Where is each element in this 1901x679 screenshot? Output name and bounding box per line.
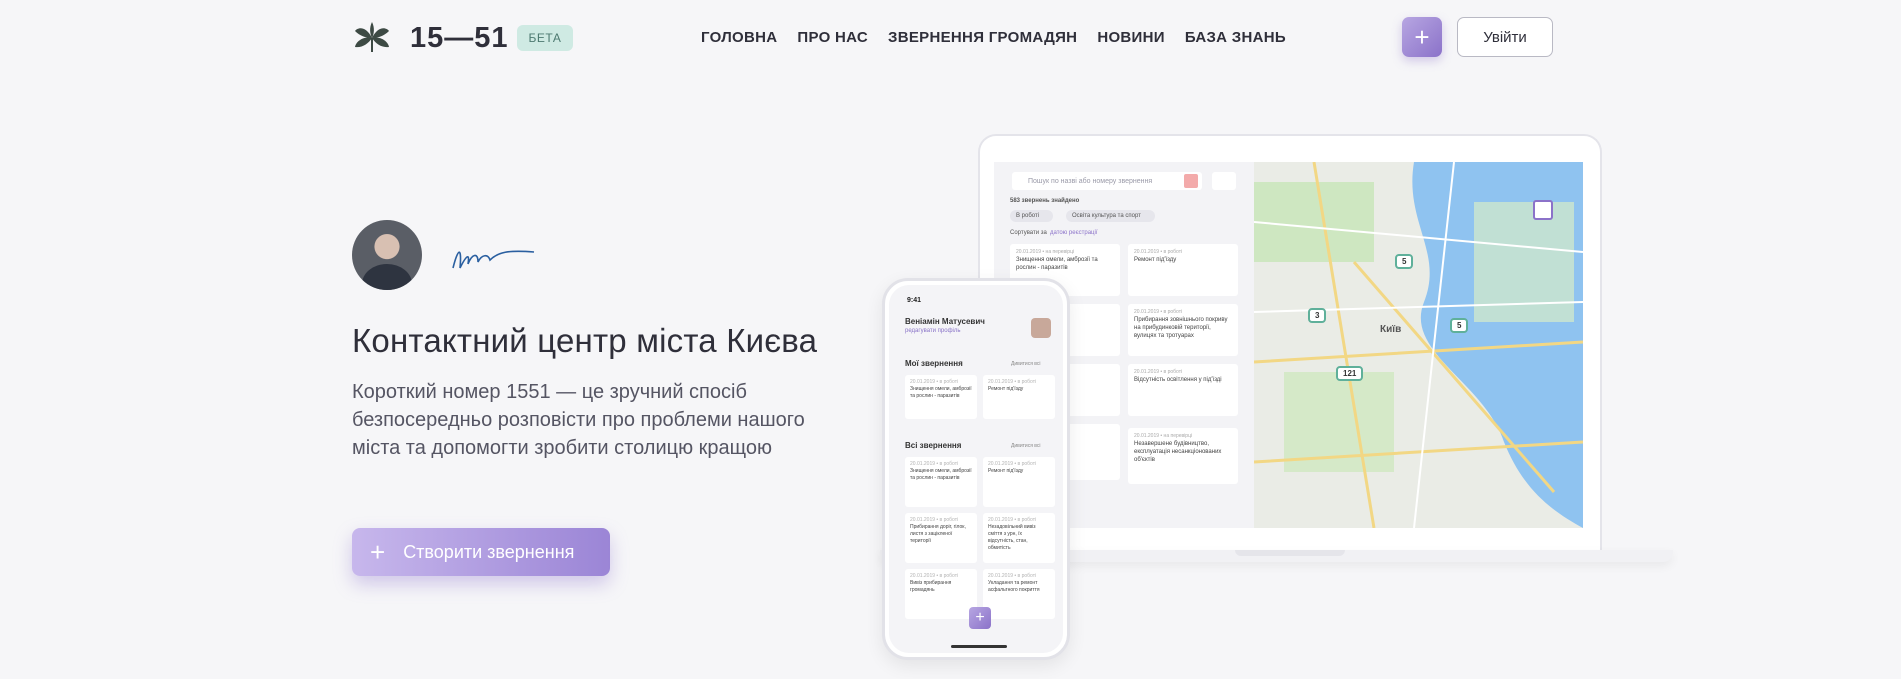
plus-icon: +	[1414, 21, 1430, 52]
logo[interactable]: 15—51 БЕТА	[352, 18, 574, 58]
card-meta: 20.01.2019 • в роботі	[1134, 369, 1183, 375]
laptop-filter-chip: Освіта культура та спорт	[1066, 210, 1155, 222]
laptop-card: 20.01.2019 • на перевірці Незавершене бу…	[1128, 428, 1238, 484]
card-text: Ремонт під'їзду	[988, 468, 1024, 474]
site-header: 15—51 БЕТА ГОЛОВНА ПРО НАС ЗВЕРНЕННЯ ГРО…	[0, 0, 1901, 80]
card-text: Відсутність освітлення у під'їзді	[1134, 377, 1222, 383]
phone-add-button: +	[969, 607, 991, 629]
map-marker: 3	[1308, 308, 1327, 323]
laptop-filter-chip: В роботі	[1010, 210, 1054, 222]
laptop-card: 20.01.2019 • в роботі Прибирання зовнішн…	[1128, 304, 1238, 356]
card-text: Ремонт під'їзду	[988, 386, 1024, 392]
nav-item-knowledge[interactable]: БАЗА ЗНАНЬ	[1185, 29, 1286, 46]
phone-all-appeals-title: Всі звернення	[905, 441, 962, 450]
laptop-search-input: Пошук по назві або номеру звернення	[1012, 172, 1202, 190]
phone-screen: 9:41 Веніамін Матусевич редагувати профі…	[889, 285, 1063, 653]
laptop-results-count: 583 звернень знайдено	[1010, 198, 1080, 204]
card-text: Знищення омели, амброзії та рослин - пар…	[910, 386, 972, 399]
laptop-sort-label: Сортувати за	[1010, 230, 1047, 236]
phone-card: 20.01.2019 • в роботі Ремонт під'їзду	[983, 457, 1055, 507]
card-text: Прибирання доріг, гілок, листя з зацікле…	[910, 524, 966, 544]
card-meta: 20.01.2019 • в роботі	[1134, 249, 1183, 255]
phone-avatar	[1031, 318, 1051, 338]
nav-item-home[interactable]: ГОЛОВНА	[701, 29, 777, 46]
card-meta: 20.01.2019 • в роботі	[910, 573, 959, 579]
plus-icon: +	[370, 536, 386, 567]
laptop-search-button	[1184, 174, 1198, 188]
map-marker: 5	[1450, 318, 1469, 333]
add-appeal-button[interactable]: +	[1402, 17, 1442, 57]
laptop-notch	[1235, 550, 1345, 556]
phone-my-appeals-title: Мої звернення	[905, 359, 963, 368]
card-text: Знищення омели, амброзії та рослин - пар…	[910, 468, 972, 481]
login-button[interactable]: Увійти	[1457, 17, 1553, 57]
card-text: Знищення омели, амброзії та рослин - пар…	[1016, 257, 1098, 271]
create-appeal-button[interactable]: + Створити звернення	[352, 528, 610, 576]
map-city-label: Київ	[1380, 324, 1402, 335]
card-text: Незавершене будівництво, експлуатація не…	[1134, 441, 1222, 463]
avatar	[352, 220, 422, 290]
create-appeal-label: Створити звернення	[403, 541, 575, 562]
card-meta: 20.01.2019 • в роботі	[988, 461, 1037, 467]
phone-card: 20.01.2019 • в роботі Незадовільний виві…	[983, 513, 1055, 563]
phone-card: 20.01.2019 • в роботі Прибирання доріг, …	[905, 513, 977, 563]
phone-user-name: Веніамін Матусевич	[905, 317, 985, 326]
card-meta: 20.01.2019 • в роботі	[988, 379, 1037, 385]
map-marker: 121	[1336, 366, 1364, 381]
card-text: Укладання та ремонт асфальтного покриття	[988, 580, 1040, 593]
card-meta: 20.01.2019 • в роботі	[910, 379, 959, 385]
beta-badge: БЕТА	[516, 25, 574, 51]
laptop-card: 20.01.2019 • в роботі Відсутність освітл…	[1128, 364, 1238, 416]
phone-edit-profile-link: редагувати профіль	[905, 328, 961, 334]
card-meta: 20.01.2019 • в роботі	[1134, 309, 1183, 315]
phone-see-all-link: Дивитися всі	[1011, 443, 1041, 449]
phone-card: 20.01.2019 • в роботі Укладання та ремон…	[983, 569, 1055, 619]
card-meta: 20.01.2019 • в роботі	[988, 573, 1037, 579]
phone-time: 9:41	[907, 297, 922, 304]
phone-mockup: 9:41 Веніамін Матусевич редагувати профі…	[882, 278, 1070, 660]
map-marker: 5	[1395, 254, 1414, 269]
phone-card: 20.01.2019 • в роботі Вивіз прибирання г…	[905, 569, 977, 619]
phone-see-all-link: Дивитися всі	[1011, 361, 1041, 367]
main-nav: ГОЛОВНА ПРО НАС ЗВЕРНЕННЯ ГРОМАДЯН НОВИН…	[701, 29, 1286, 46]
phone-card: 20.01.2019 • в роботі Знищення омели, ам…	[905, 375, 977, 419]
filter-icon	[1212, 172, 1236, 190]
nav-item-about[interactable]: ПРО НАС	[797, 29, 868, 46]
card-meta: 20.01.2019 • на перевірці	[1134, 433, 1193, 439]
laptop-card: 20.01.2019 • в роботі Ремонт під'їзду	[1128, 244, 1238, 296]
card-text: Прибирання зовнішнього покриву на прибуд…	[1134, 317, 1228, 339]
card-meta: 20.01.2019 • на перевірці	[1016, 249, 1075, 255]
card-text: Незадовільний вивіз сміття з урн, їх від…	[988, 524, 1036, 551]
phone-card: 20.01.2019 • в роботі Ремонт під'їзду	[983, 375, 1055, 419]
chestnut-leaf-icon	[355, 22, 389, 52]
nav-item-appeals[interactable]: ЗВЕРНЕННЯ ГРОМАДЯН	[888, 29, 1077, 46]
page-title: Контактний центр міста Києва	[352, 322, 818, 359]
card-text: Вивіз прибирання громадянь	[910, 580, 952, 593]
map-marker	[1533, 200, 1553, 220]
card-meta: 20.01.2019 • в роботі	[910, 461, 959, 467]
signature-image	[452, 250, 535, 269]
card-meta: 20.01.2019 • в роботі	[910, 517, 959, 523]
hero-description: Короткий номер 1551 — це зручний спосіб …	[352, 381, 805, 459]
card-meta: 20.01.2019 • в роботі	[988, 517, 1037, 523]
card-text: Ремонт під'їзду	[1134, 257, 1177, 263]
logo-text: 15—51	[410, 21, 509, 54]
phone-card: 20.01.2019 • в роботі Знищення омели, ам…	[905, 457, 977, 507]
phone-home-indicator	[951, 645, 1007, 648]
laptop-sort-value: датою реєстрації	[1050, 230, 1098, 236]
nav-item-news[interactable]: НОВИНИ	[1097, 29, 1165, 46]
